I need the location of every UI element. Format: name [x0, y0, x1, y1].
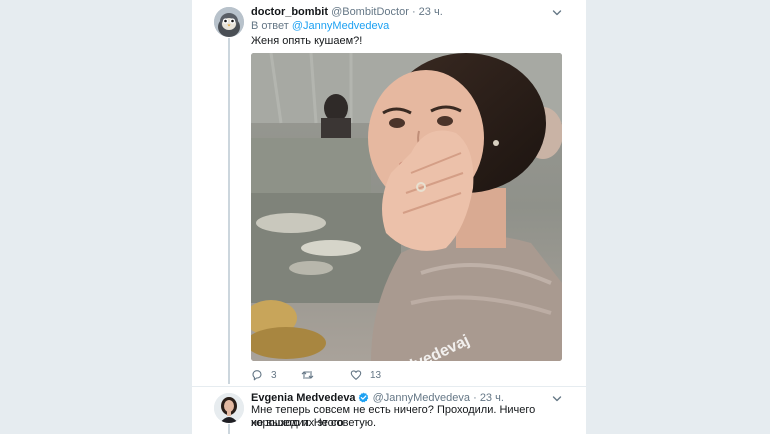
author-handle[interactable]: @BombitDoctor: [331, 6, 409, 18]
tweet-divider: [192, 386, 586, 387]
retweet-action[interactable]: [301, 369, 322, 381]
tweet-header: doctor_bombit @BombitDoctor · 23 ч.: [251, 5, 443, 19]
author-name[interactable]: Evgenia Medvedeva: [251, 392, 356, 404]
like-action[interactable]: 13: [350, 369, 381, 381]
retweet-icon: [301, 370, 314, 380]
conversation-timeline: doctor_bombit @BombitDoctor · 23 ч. В от…: [192, 0, 586, 434]
author-name[interactable]: doctor_bombit: [251, 6, 328, 18]
reply-prefix: В ответ: [251, 20, 289, 32]
thread-connector-line: [228, 424, 230, 434]
chevron-down-icon[interactable]: [552, 8, 562, 18]
like-count: 13: [370, 369, 382, 381]
reply-context: В ответ @JannyMedvedeva: [251, 19, 389, 33]
reply-mention-link[interactable]: @JannyMedvedeva: [292, 20, 389, 32]
author-handle[interactable]: @JannyMedvedeva: [373, 392, 470, 404]
tweet-text-line: не выходит. Не советую.: [251, 417, 377, 429]
tweet-text: Женя опять кушаем?!: [251, 35, 363, 47]
doctor-bombit-avatar[interactable]: [214, 7, 244, 37]
header-separator: ·: [473, 392, 477, 404]
heart-icon: [350, 370, 362, 380]
video-frame-image: medvedevaj: [251, 53, 562, 361]
tweet-header: Evgenia Medvedeva @JannyMedvedeva · 23 ч…: [251, 391, 504, 405]
tweet-timestamp[interactable]: 23 ч.: [480, 392, 504, 404]
reply-action[interactable]: 3: [251, 369, 277, 381]
reply-icon: [252, 370, 262, 381]
tweet-timestamp[interactable]: 23 ч.: [419, 6, 443, 18]
header-separator: ·: [411, 6, 416, 18]
tweet-video-media[interactable]: medvedevaj: [251, 53, 562, 361]
verified-badge-icon: [358, 392, 368, 403]
thread-connector-line: [228, 38, 230, 384]
evgenia-medvedeva-avatar[interactable]: [214, 393, 244, 423]
reply-count: 3: [271, 369, 277, 381]
chevron-down-icon[interactable]: [552, 394, 562, 404]
